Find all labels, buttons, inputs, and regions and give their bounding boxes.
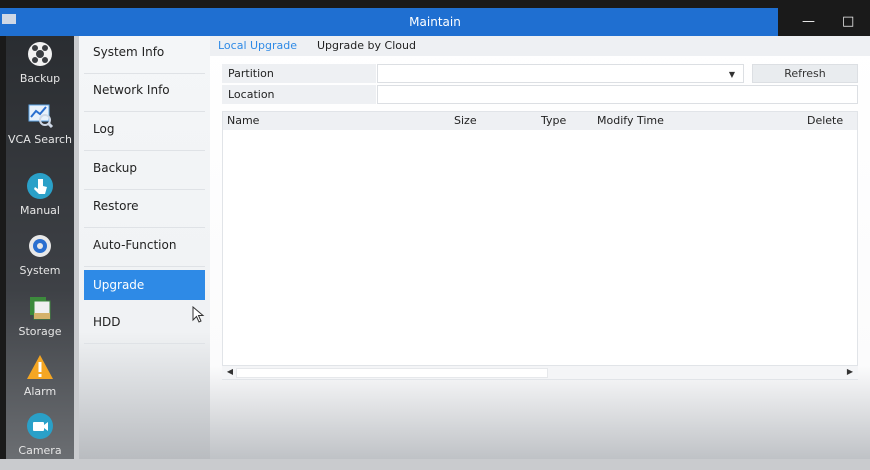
refresh-button[interactable]: Refresh (752, 64, 858, 83)
submenu-item-hdd[interactable]: HDD (84, 307, 205, 337)
column-type[interactable]: Type (541, 114, 566, 127)
manual-icon (27, 173, 53, 199)
column-delete[interactable]: Delete (807, 114, 843, 127)
table-header: Name Size Type Modify Time Delete (223, 112, 857, 130)
backup-icon (28, 42, 52, 66)
column-modify-time[interactable]: Modify Time (597, 114, 664, 127)
maximize-button[interactable]: □ (842, 8, 854, 36)
vca-search-icon (28, 104, 54, 129)
nav-label: Storage (18, 325, 62, 338)
file-table: Name Size Type Modify Time Delete (222, 111, 858, 380)
submenu-item-log[interactable]: Log (84, 114, 205, 144)
nav-item-vca-search[interactable]: VCA Search (6, 99, 74, 159)
divider (84, 266, 205, 267)
location-row: Location (222, 85, 858, 104)
gear-icon (29, 235, 51, 257)
divider (84, 73, 205, 74)
divider (84, 227, 205, 228)
nav-item-storage[interactable]: Storage (6, 291, 74, 351)
submenu-item-auto-function[interactable]: Auto-Function (84, 230, 205, 260)
tab-upgrade-by-cloud[interactable]: Upgrade by Cloud (317, 39, 416, 52)
submenu-item-backup[interactable]: Backup (84, 153, 205, 183)
divider (84, 343, 205, 344)
nav-item-backup[interactable]: Backup (6, 38, 74, 98)
nav-label: Backup (19, 72, 61, 85)
column-size[interactable]: Size (454, 114, 477, 127)
nav-item-alarm[interactable]: Alarm (6, 351, 74, 411)
nav-item-camera[interactable]: Camera (6, 410, 74, 470)
column-name[interactable]: Name (227, 114, 259, 127)
window-title: Maintain (409, 15, 461, 29)
app-icon (2, 14, 16, 24)
scroll-right-icon[interactable]: ▶ (844, 366, 856, 378)
camera-icon (27, 413, 53, 439)
horizontal-scrollbar[interactable]: ◀ ▶ (222, 365, 858, 379)
location-label: Location (222, 85, 376, 104)
scroll-left-icon[interactable]: ◀ (224, 366, 236, 378)
nav-label: System (19, 264, 61, 277)
submenu-item-network-info[interactable]: Network Info (84, 75, 205, 105)
tab-bar: Local Upgrade Upgrade by Cloud (210, 36, 870, 56)
nav-item-manual[interactable]: Manual (6, 170, 74, 230)
alarm-icon (27, 355, 53, 379)
partition-label: Partition (222, 64, 376, 83)
location-field[interactable] (377, 85, 858, 104)
divider (84, 150, 205, 151)
window-top-border (0, 0, 870, 8)
main-nav: Backup VCA Search Manual System Storage … (6, 36, 74, 459)
nav-label: VCA Search (7, 133, 73, 146)
nav-label: Camera (18, 444, 62, 457)
partition-select[interactable]: ▼ (377, 64, 744, 83)
maintain-submenu: System Info Network Info Log Backup Rest… (79, 36, 210, 459)
scrollbar-thumb[interactable] (236, 368, 548, 378)
submenu-item-system-info[interactable]: System Info (84, 37, 205, 67)
chevron-down-icon: ▼ (728, 70, 735, 79)
nav-label: Alarm (23, 385, 57, 398)
submenu-item-restore[interactable]: Restore (84, 191, 205, 221)
title-bar: Maintain — □ (0, 8, 870, 36)
window-controls: — □ (778, 8, 870, 36)
storage-icon (30, 297, 51, 320)
upgrade-panel: Local Upgrade Upgrade by Cloud Partition… (210, 36, 870, 459)
minimize-button[interactable]: — (802, 8, 815, 36)
partition-row: Partition ▼ Refresh (222, 64, 858, 83)
nav-item-system[interactable]: System (6, 230, 74, 290)
tab-local-upgrade[interactable]: Local Upgrade (218, 39, 297, 52)
nav-label: Manual (20, 204, 60, 217)
submenu-item-upgrade[interactable]: Upgrade (84, 270, 205, 300)
divider (84, 189, 205, 190)
divider (84, 111, 205, 112)
mouse-cursor-icon (192, 306, 205, 323)
